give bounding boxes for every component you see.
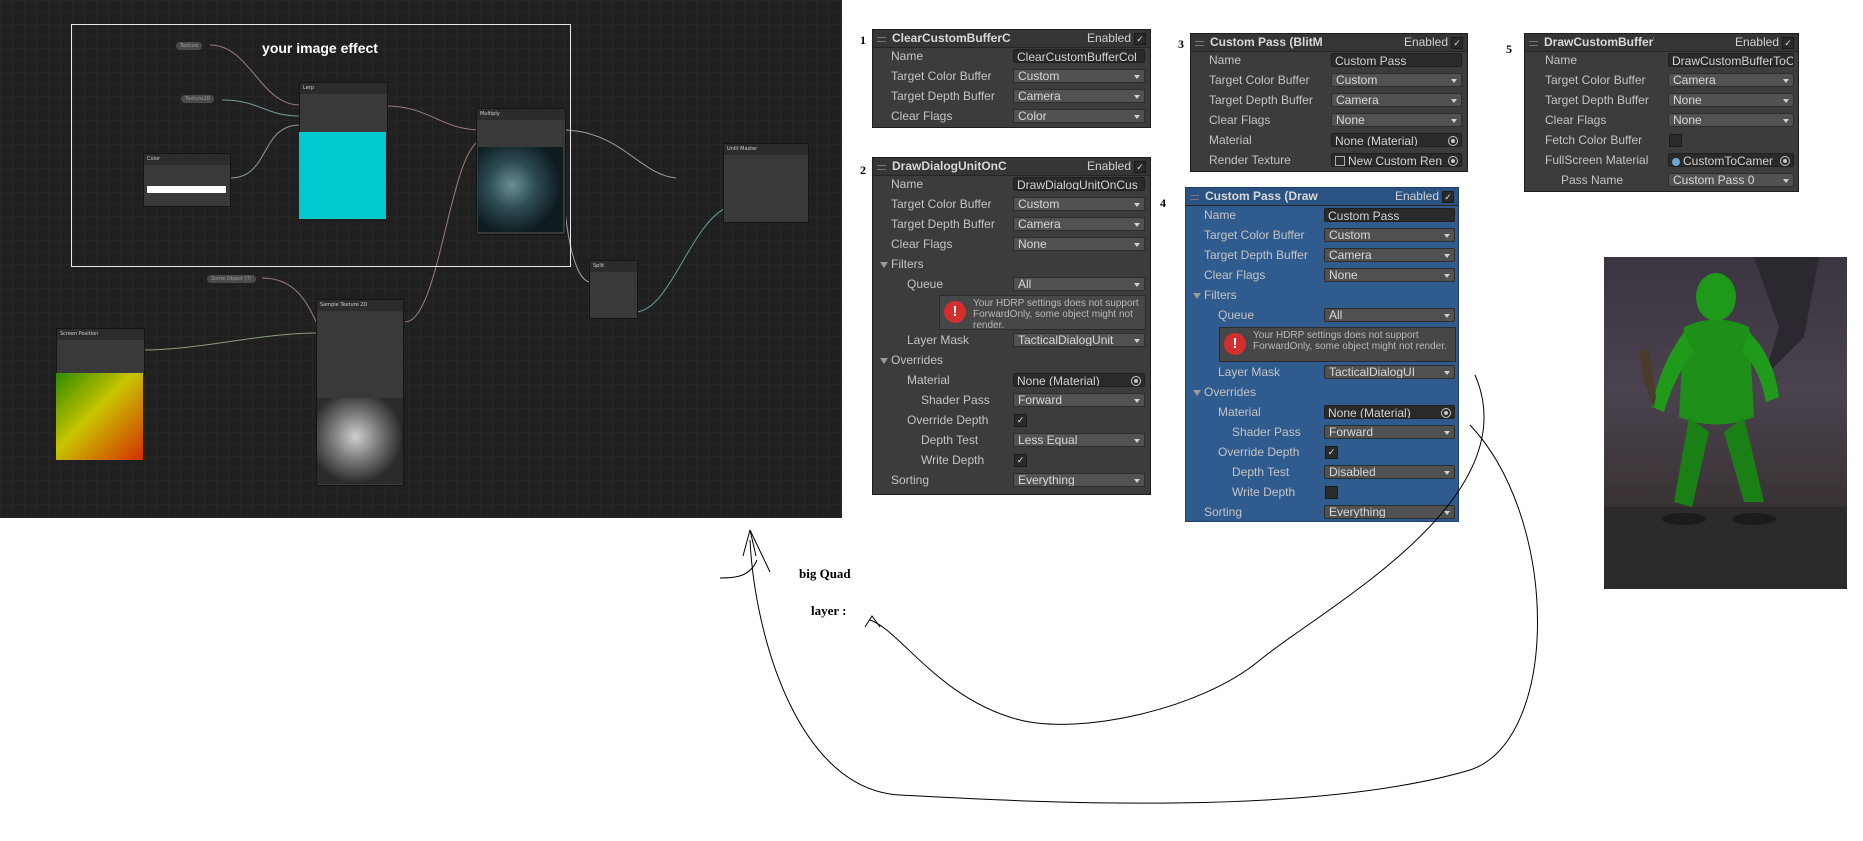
layer-annotation: layer : [811, 603, 847, 618]
big-quad-annotation: big Quad [799, 566, 851, 581]
handdrawn-arrows [719, 374, 1538, 804]
